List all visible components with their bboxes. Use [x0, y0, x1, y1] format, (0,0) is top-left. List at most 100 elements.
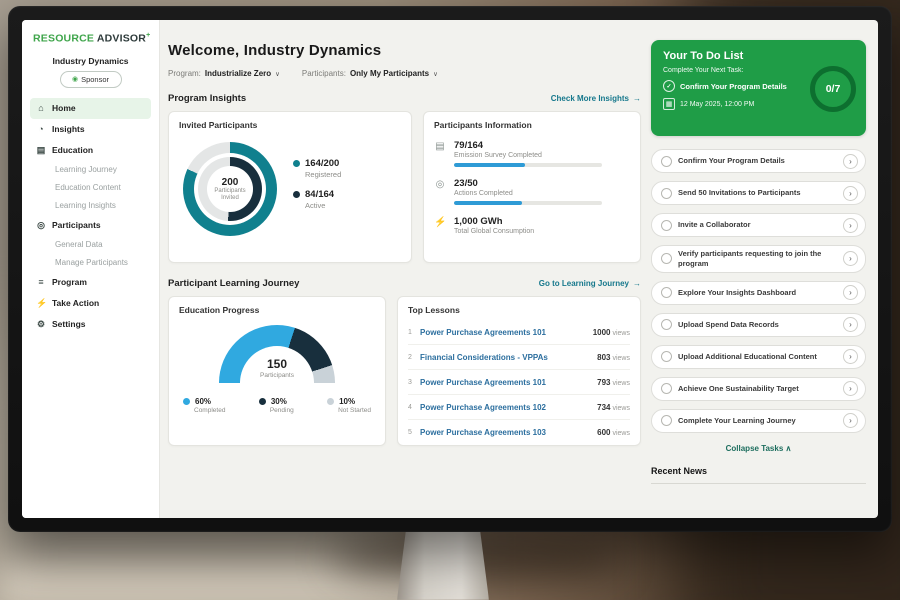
invited-participants-card: Invited Participants 200 Participants In…: [168, 111, 412, 263]
invited-donut-inner: 200 Participants Invited: [198, 157, 262, 221]
todo-panel: Your To Do List Complete Your Next Task:…: [641, 20, 878, 518]
collapse-tasks-link[interactable]: Collapse Tasks ∧: [651, 444, 866, 453]
sidebar-item-label: Learning Journey: [55, 165, 117, 174]
todo-progress-value: 0/7: [826, 83, 841, 95]
chevron-right-icon[interactable]: ›: [843, 251, 858, 266]
chevron-right-icon[interactable]: ›: [843, 317, 858, 332]
task-item-invite-collaborator[interactable]: Invite a Collaborator ›: [651, 213, 866, 237]
sidebar-item-general-data[interactable]: General Data: [30, 236, 151, 254]
participants-filter-dropdown[interactable]: Participants: Only My Participants ∨: [302, 69, 438, 78]
legend-item-active: 84/164 Active: [293, 189, 341, 210]
task-checkbox[interactable]: [661, 319, 672, 330]
sidebar-item-learning-insights[interactable]: Learning Insights: [30, 197, 151, 215]
sponsor-badge[interactable]: ◉ Sponsor: [60, 71, 122, 88]
task-item-confirm-program[interactable]: Confirm Your Program Details ›: [651, 149, 866, 173]
task-checkbox[interactable]: [661, 188, 672, 199]
task-item-send-invitations[interactable]: Send 50 Invitations to Participants ›: [651, 181, 866, 205]
go-to-learning-journey-link[interactable]: Go to Learning Journey →: [539, 279, 641, 288]
lesson-link[interactable]: Power Purchase Agreements 103: [420, 428, 597, 437]
task-checkbox[interactable]: [661, 415, 672, 426]
program-insights-header: Program Insights Check More Insights →: [168, 93, 641, 104]
legend-item-pending: 30% Pending: [259, 397, 294, 414]
logo-plus: +: [146, 32, 150, 39]
sidebar-item-program[interactable]: ≡ Program: [30, 272, 151, 293]
task-checkbox[interactable]: [661, 287, 672, 298]
sidebar-item-manage-participants[interactable]: Manage Participants: [30, 254, 151, 272]
legend-item-not-started: 10% Not Started: [327, 397, 371, 414]
education-gauge: 150 Participants: [219, 325, 335, 383]
task-item-upload-educational-content[interactable]: Upload Additional Educational Content ›: [651, 345, 866, 369]
lesson-link[interactable]: Financial Considerations - VPPAs: [420, 353, 597, 362]
actions-icon: ◎: [434, 178, 446, 205]
lesson-row: 5 Power Purchase Agreements 103 600views: [408, 420, 630, 444]
sidebar-item-settings[interactable]: ⚙ Settings: [30, 314, 151, 335]
sidebar-item-home[interactable]: ⌂ Home: [30, 98, 151, 119]
lesson-link[interactable]: Power Purchase Agreements 101: [420, 378, 597, 387]
sidebar-item-insights[interactable]: ◔ Insights: [30, 119, 151, 140]
section-title: Participant Learning Journey: [168, 278, 299, 289]
sidebar-item-education[interactable]: ▤ Education: [30, 140, 151, 161]
lesson-rank: 4: [408, 404, 420, 411]
donut-center-value: 200: [222, 177, 239, 188]
task-item-upload-spend-data[interactable]: Upload Spend Data Records ›: [651, 313, 866, 337]
todo-due-date: ▦ 12 May 2025, 12:00 PM: [663, 98, 787, 110]
sidebar-item-learning-journey[interactable]: Learning Journey: [30, 161, 151, 179]
sidebar-item-participants[interactable]: ◎ Participants: [30, 215, 151, 236]
legend-dot: [293, 160, 300, 167]
section-title: Program Insights: [168, 93, 246, 104]
org-name: Industry Dynamics: [30, 56, 151, 66]
chevron-right-icon[interactable]: ›: [843, 381, 858, 396]
logo-secondary: ADVISOR: [97, 33, 146, 45]
task-checkbox[interactable]: [661, 220, 672, 231]
lesson-link[interactable]: Power Purchase Agreements 102: [420, 403, 597, 412]
task-checkbox[interactable]: [661, 156, 672, 167]
sidebar-item-label: Home: [52, 103, 76, 113]
education-progress-card: Education Progress 150 Participants: [168, 296, 386, 446]
task-item-verify-participants[interactable]: Verify participants requesting to join t…: [651, 245, 866, 273]
chevron-down-icon: ∨: [433, 70, 438, 78]
chevron-right-icon[interactable]: ›: [843, 413, 858, 428]
gauge-legend: 60% Completed 30% Pending: [179, 397, 375, 414]
sidebar-item-label: Education Content: [55, 183, 121, 192]
chevron-right-icon[interactable]: ›: [843, 218, 858, 233]
task-item-complete-learning-journey[interactable]: Complete Your Learning Journey ›: [651, 409, 866, 433]
chevron-right-icon[interactable]: ›: [843, 154, 858, 169]
monitor-bezel: RESOURCE ADVISOR+ Industry Dynamics ◉ Sp…: [8, 6, 892, 532]
sidebar-item-take-action[interactable]: ⚡ Take Action: [30, 293, 151, 314]
learning-journey-header: Participant Learning Journey Go to Learn…: [168, 278, 641, 289]
legend-dot: [183, 398, 190, 405]
lesson-link[interactable]: Power Purchase Agreements 101: [420, 328, 593, 337]
chevron-down-icon: ∨: [275, 70, 280, 78]
calendar-icon: ▦: [663, 98, 675, 110]
sidebar-nav: ⌂ Home ◔ Insights ▤ Education Learning J…: [30, 98, 151, 335]
arrow-right-icon: →: [633, 94, 641, 103]
lesson-row: 3 Power Purchase Agreements 101 793views: [408, 370, 630, 395]
lesson-rank: 5: [408, 429, 420, 436]
gauge-center-label: Participants: [260, 372, 294, 379]
program-filter-label: Program:: [168, 69, 201, 78]
task-checkbox[interactable]: [661, 351, 672, 362]
task-item-explore-insights[interactable]: Explore Your Insights Dashboard ›: [651, 281, 866, 305]
chevron-up-icon: ∧: [786, 444, 792, 453]
sidebar-item-label: Settings: [52, 319, 86, 329]
program-filter-dropdown[interactable]: Program: Industrialize Zero ∨: [168, 69, 280, 78]
task-checkbox[interactable]: [661, 383, 672, 394]
task-item-achieve-target[interactable]: Achieve One Sustainability Target ›: [651, 377, 866, 401]
todo-summary-card: Your To Do List Complete Your Next Task:…: [651, 40, 866, 136]
recent-news-title: Recent News: [651, 466, 866, 484]
sidebar-item-label: Insights: [52, 124, 85, 134]
sidebar-item-education-content[interactable]: Education Content: [30, 179, 151, 197]
sidebar-item-label: General Data: [55, 240, 103, 249]
learning-journey-cards: Education Progress 150 Participants: [168, 296, 641, 446]
chevron-right-icon[interactable]: ›: [843, 285, 858, 300]
participants-filter-value: Only My Participants: [350, 69, 429, 78]
sponsor-icon: ◉: [72, 76, 78, 83]
consumption-icon: ⚡: [434, 216, 446, 235]
sponsor-badge-label: Sponsor: [81, 75, 109, 84]
program-icon: ≡: [36, 277, 46, 287]
check-more-insights-link[interactable]: Check More Insights →: [551, 94, 641, 103]
chevron-right-icon[interactable]: ›: [843, 186, 858, 201]
task-checkbox[interactable]: [661, 253, 672, 264]
participants-information-card: Participants Information ▤ 79/164 Emissi…: [423, 111, 641, 263]
chevron-right-icon[interactable]: ›: [843, 349, 858, 364]
